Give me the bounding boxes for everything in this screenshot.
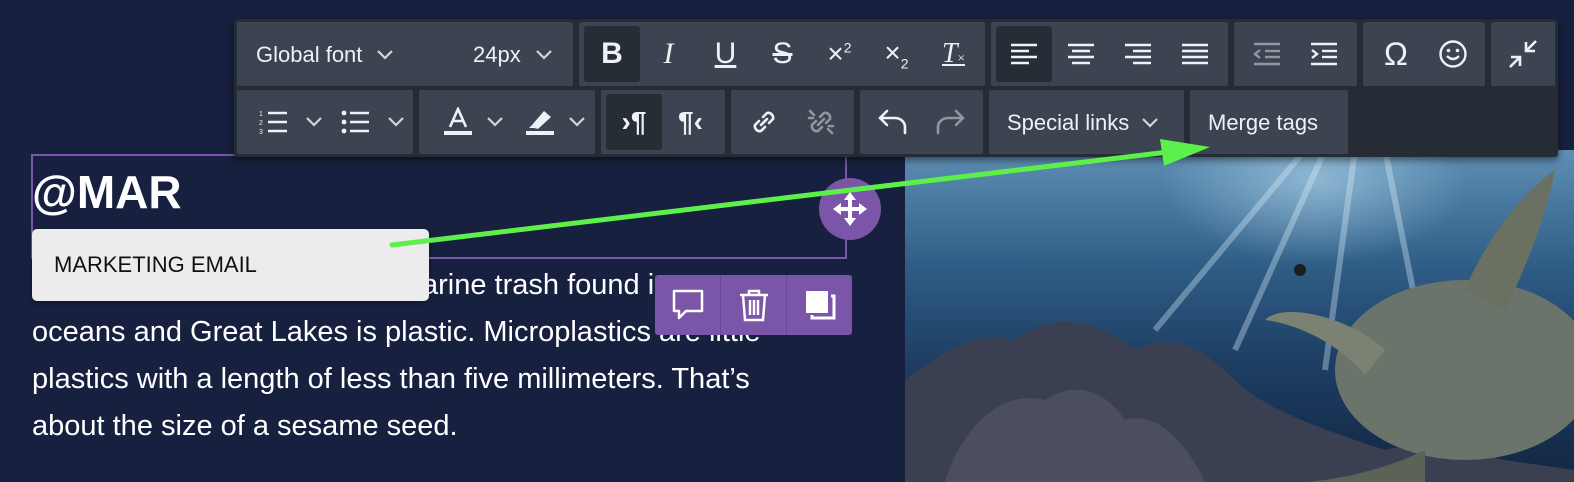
clear-formatting-button[interactable]: T×: [925, 26, 982, 82]
special-characters-button[interactable]: Ω: [1368, 26, 1424, 82]
direction-group: ›¶ ¶‹: [601, 90, 725, 154]
trash-icon: [739, 289, 768, 322]
redo-icon: [936, 109, 964, 135]
rtl-icon: ¶‹: [678, 106, 703, 137]
paragraph-line: about the size of a sesame seed.: [32, 410, 458, 442]
collapse-toolbar-button[interactable]: [1495, 26, 1551, 82]
delete-button[interactable]: [721, 275, 787, 335]
merge-tags-button[interactable]: Merge tags: [1190, 90, 1348, 154]
headline-text[interactable]: @MAR: [32, 166, 182, 218]
alignment-group: [991, 22, 1228, 86]
align-center-icon: [1067, 43, 1094, 65]
history-group: [860, 90, 983, 154]
chevron-down-icon: [487, 117, 503, 127]
outdent-icon: [1253, 42, 1280, 66]
strikethrough-icon: S: [772, 37, 793, 70]
underline-button[interactable]: U: [697, 26, 754, 82]
align-justify-icon: [1181, 43, 1208, 65]
chevron-down-icon: [535, 50, 552, 60]
text-color-icon: [444, 107, 472, 135]
strikethrough-button[interactable]: S: [754, 26, 811, 82]
svg-text:1: 1: [259, 111, 263, 118]
font-family-select[interactable]: Global font: [256, 42, 394, 68]
merge-tags-label: Merge tags: [1208, 110, 1319, 135]
subscript-icon: ×2: [884, 36, 909, 72]
outdent-button[interactable]: [1239, 26, 1295, 82]
block-actions: [655, 275, 852, 335]
smiley-icon: [1438, 40, 1467, 68]
subscript-button[interactable]: ×2: [868, 26, 925, 82]
align-right-icon: [1124, 43, 1151, 65]
ltr-icon: ›¶: [621, 106, 647, 137]
clear-formatting-icon: T×: [942, 38, 965, 69]
italic-icon: I: [663, 37, 674, 70]
numbered-list-button[interactable]: 1 2 3: [251, 94, 331, 150]
special-links-dropdown[interactable]: Special links: [989, 90, 1184, 154]
remove-link-button[interactable]: [792, 94, 849, 150]
comment-button[interactable]: [655, 275, 721, 335]
turtle-image: [905, 150, 1574, 482]
duplicate-button[interactable]: [787, 275, 852, 335]
rich-text-toolbar: Global font 24px B I U S ×2 ×2 T× Ω 1 2 …: [234, 19, 1558, 157]
align-justify-button[interactable]: [1166, 26, 1223, 82]
insert-link-button[interactable]: [736, 94, 792, 150]
omega-icon: Ω: [1384, 36, 1408, 72]
text-color-button[interactable]: [433, 94, 513, 150]
insert-group: Ω: [1363, 22, 1485, 86]
paragraph-line: plastics with a length of less than five…: [32, 363, 750, 395]
font-family-value: Global font: [256, 42, 363, 67]
special-links-select[interactable]: Special links: [1007, 110, 1159, 136]
undo-icon: [878, 109, 907, 135]
indent-button[interactable]: [1295, 26, 1352, 82]
align-right-button[interactable]: [1109, 26, 1166, 82]
indent-group: [1234, 22, 1357, 86]
merge-tag-suggestion[interactable]: MARKETING EMAIL: [32, 229, 429, 301]
chevron-down-icon: [306, 117, 322, 127]
color-group: [419, 90, 595, 154]
chevron-down-icon: [569, 117, 585, 127]
font-size-select[interactable]: 24px: [473, 42, 553, 68]
bold-button[interactable]: B: [584, 26, 640, 82]
chevron-down-icon: [1142, 118, 1159, 128]
rtl-button[interactable]: ¶‹: [662, 94, 719, 150]
superscript-icon: ×2: [827, 38, 852, 69]
numbered-list-icon: 1 2 3: [259, 111, 287, 135]
svg-text:2: 2: [259, 120, 263, 127]
ltr-button[interactable]: ›¶: [606, 94, 662, 150]
duplicate-icon: [805, 291, 835, 320]
align-left-button[interactable]: [996, 26, 1052, 82]
indent-icon: [1310, 42, 1337, 66]
chevron-down-icon: [388, 117, 404, 127]
chevron-down-icon: [377, 50, 394, 60]
list-group: 1 2 3: [237, 90, 413, 154]
align-center-button[interactable]: [1052, 26, 1109, 82]
special-links-label: Special links: [1007, 110, 1130, 135]
comment-icon: [672, 289, 703, 320]
underline-icon: U: [714, 37, 737, 70]
format-group: B I U S ×2 ×2 T×: [579, 22, 985, 86]
bullet-list-icon: [341, 110, 369, 134]
emoji-button[interactable]: [1424, 26, 1481, 82]
collapse-group: [1491, 22, 1555, 86]
font-size-value: 24px: [473, 42, 521, 67]
merge-tags-select[interactable]: Merge tags: [1208, 110, 1318, 136]
italic-button[interactable]: I: [640, 26, 697, 82]
unlink-icon: [807, 109, 834, 135]
move-icon: [833, 192, 867, 226]
font-group: Global font 24px: [237, 22, 573, 86]
undo-button[interactable]: [865, 94, 921, 150]
svg-text:3: 3: [259, 129, 263, 135]
link-icon: [753, 111, 775, 133]
superscript-button[interactable]: ×2: [811, 26, 868, 82]
bullet-list-button[interactable]: [333, 94, 413, 150]
move-handle[interactable]: [819, 178, 881, 240]
align-left-icon: [1011, 43, 1037, 65]
link-group: [731, 90, 854, 154]
highlight-color-button[interactable]: [515, 94, 595, 150]
redo-button[interactable]: [921, 94, 978, 150]
highlighter-icon: [526, 111, 554, 135]
bold-icon: B: [601, 37, 623, 70]
collapse-icon: [1509, 40, 1537, 68]
